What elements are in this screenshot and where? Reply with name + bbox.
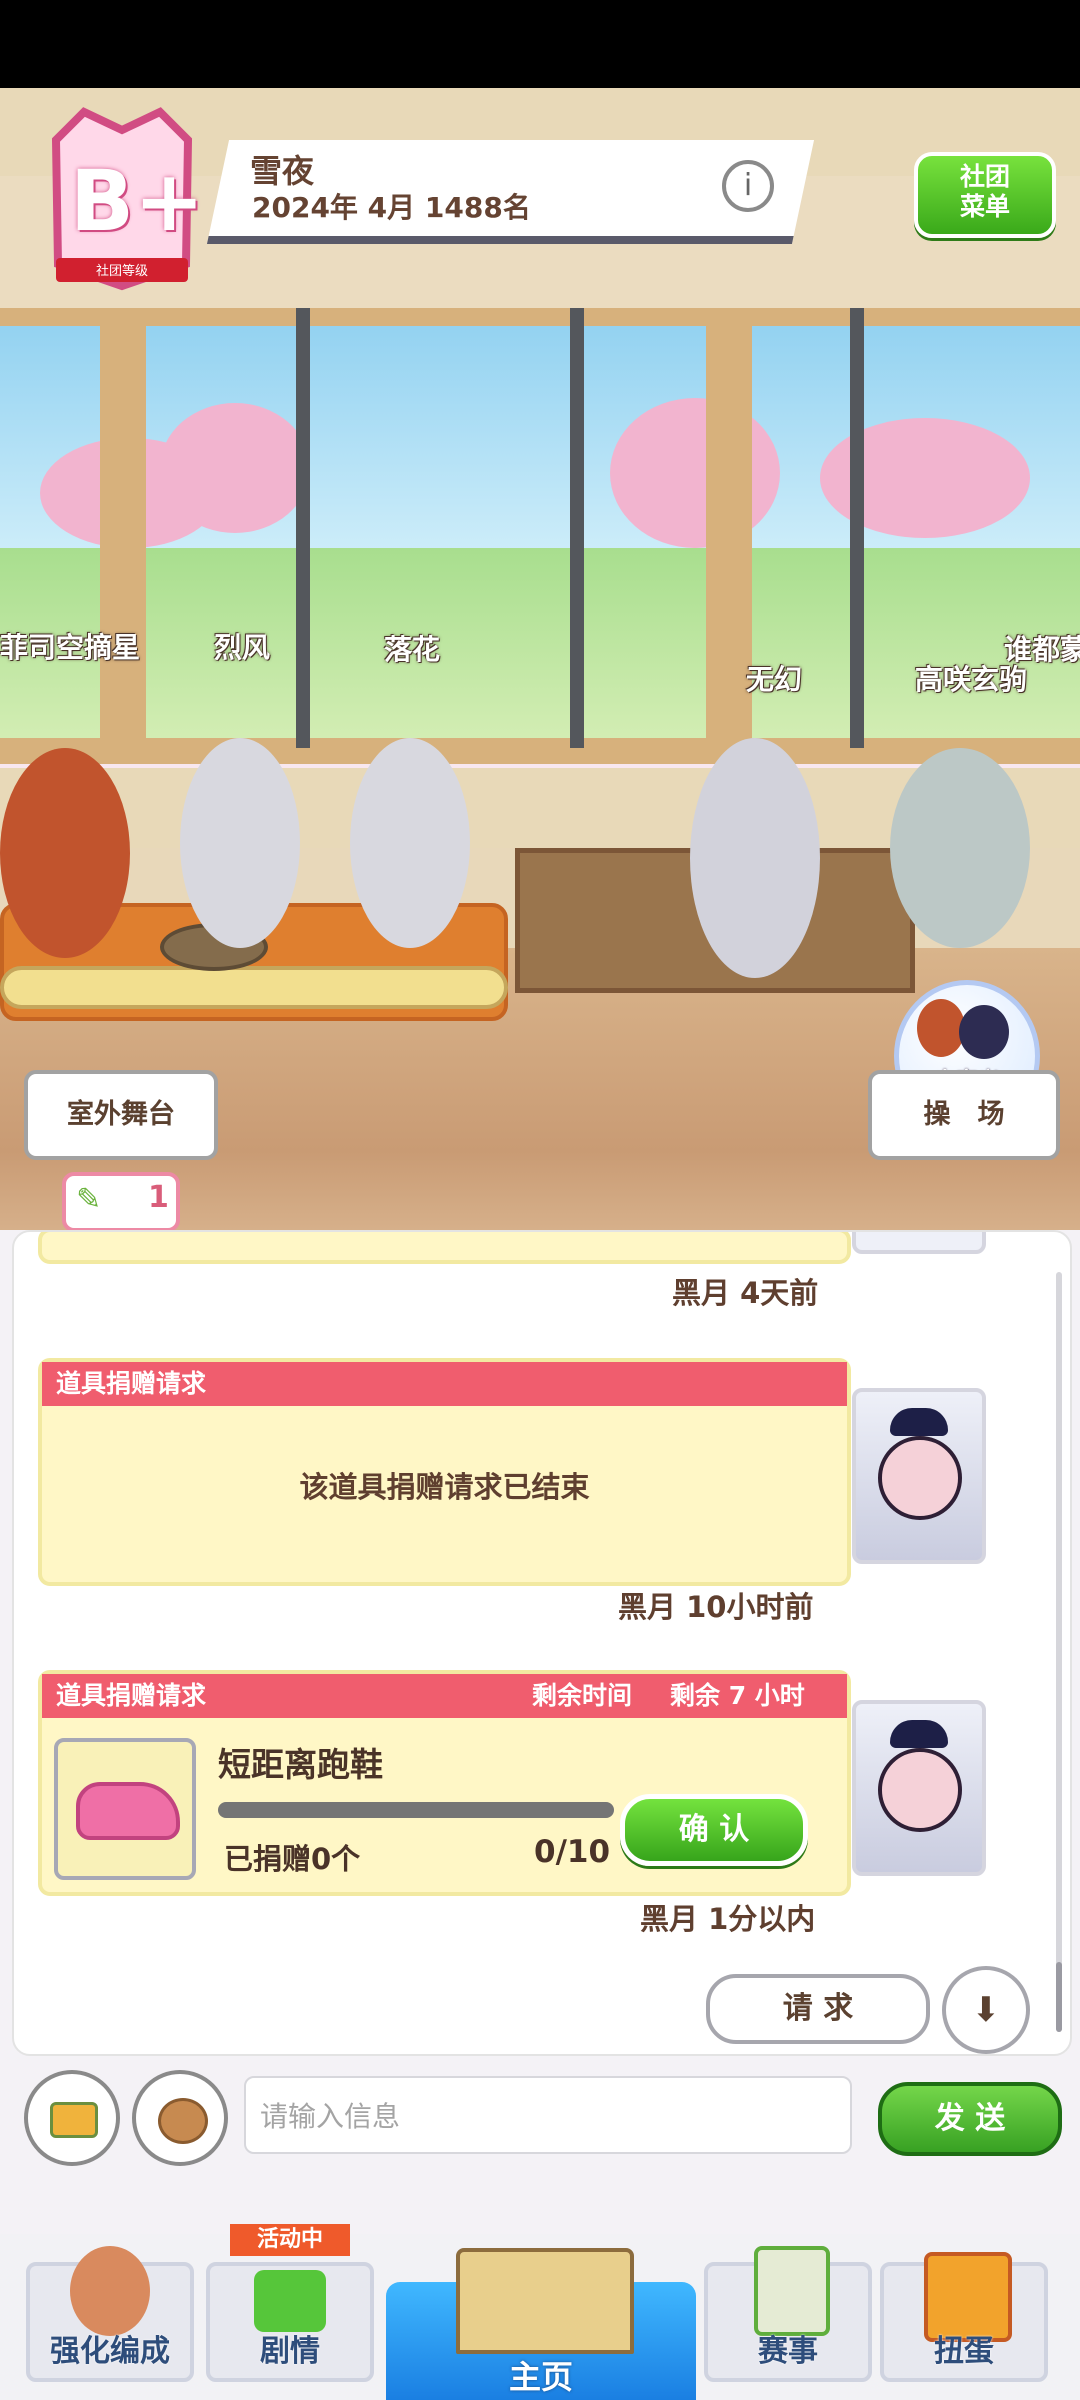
message-time: 黑月 1分以内 — [640, 1902, 816, 1936]
donation-request-card: 道具捐赠请求 该道具捐赠请求已结束 — [38, 1358, 851, 1586]
message-header: 道具捐赠请求 — [42, 1362, 847, 1406]
nav-label: 强化编成 — [50, 2334, 170, 2369]
school-building-icon — [456, 2248, 634, 2354]
message-time: 黑月 4天前 — [672, 1276, 819, 1310]
stamp-icon — [158, 2098, 208, 2144]
stamp-button[interactable] — [132, 2070, 228, 2166]
shoe-icon — [76, 1782, 180, 1840]
remaining-time: 剩余 7 小时 — [670, 1681, 805, 1710]
remaining-label: 剩余时间 — [532, 1681, 633, 1710]
avatar-previous — [852, 1232, 986, 1254]
blossom-tree — [610, 398, 780, 548]
nav-tab-story[interactable]: 活动中 剧情 — [206, 2224, 374, 2382]
window-sill — [0, 738, 1080, 764]
book-icon — [254, 2270, 326, 2332]
scroll-down-button[interactable]: ⬇ — [942, 1966, 1030, 2054]
member-avatar[interactable] — [852, 1700, 986, 1876]
arrow-down-icon: ⬇ — [971, 1990, 1001, 2030]
nav-tab-races[interactable]: 赛事 — [704, 2246, 872, 2382]
window-mullion — [570, 308, 584, 748]
window-frame — [100, 308, 146, 748]
window-beam — [0, 308, 1080, 326]
coffee-table — [0, 966, 508, 1009]
hat-icon — [890, 1408, 948, 1436]
nav-tab-home[interactable]: 主页 — [386, 2248, 696, 2400]
club-menu-line1: 社团 — [959, 162, 1010, 191]
character-name: 菲司空摘星 — [0, 631, 141, 664]
bottom-navigation: 强化编成 活动中 剧情 主页 赛事 扭蛋 — [0, 2224, 1080, 2400]
field-view — [0, 548, 1080, 758]
confirm-donation-button[interactable]: 确 认 — [620, 1794, 808, 1866]
character[interactable] — [690, 738, 820, 978]
message-type: 道具捐赠请求 — [56, 1681, 207, 1710]
message-header: 道具捐赠请求 剩余时间 剩余 7 小时 — [42, 1674, 847, 1718]
character-name: 谁都蒙 — [1004, 633, 1080, 666]
character-name: 烈风 — [214, 631, 271, 664]
character-icon — [917, 999, 965, 1057]
item-frame — [54, 1738, 196, 1880]
item-name: 短距离跑鞋 — [218, 1745, 383, 1784]
playground-button[interactable]: 操 场 — [868, 1070, 1060, 1160]
send-button[interactable]: 发 送 — [878, 2082, 1062, 2156]
nav-label: 赛事 — [758, 2334, 818, 2369]
blossom-tree — [160, 403, 310, 533]
character[interactable] — [180, 738, 300, 948]
nav-tab-gacha[interactable]: 扭蛋 — [880, 2252, 1048, 2382]
character[interactable] — [350, 738, 470, 948]
donation-notice[interactable]: ✎ 1 — [62, 1172, 180, 1230]
donation-progress-bar — [218, 1802, 614, 1818]
nav-label: 主页 — [508, 2358, 573, 2396]
status-bar — [0, 0, 1080, 88]
club-menu-line2: 菜单 — [959, 192, 1010, 221]
message-card-previous — [38, 1232, 851, 1264]
character-name: 无幻 — [746, 663, 803, 696]
nav-label: 剧情 — [260, 2334, 320, 2369]
gift-icon: ✎ — [76, 1182, 102, 1217]
avatar-face — [878, 1436, 962, 1520]
character[interactable] — [0, 748, 130, 958]
outdoor-stage-button[interactable]: 室外舞台 — [24, 1070, 218, 1160]
club-rank-caption: 社团等级 — [95, 264, 148, 279]
nav-label: 扭蛋 — [934, 2334, 994, 2369]
club-ranking: 2024年 4月 1488名 — [252, 191, 531, 224]
notice-count: 1 — [148, 1180, 169, 1215]
character-name: 落花 — [384, 633, 441, 666]
character-icon — [70, 2246, 150, 2336]
scrollbar-thumb[interactable] — [1056, 1962, 1062, 2032]
window-mullion — [850, 308, 864, 748]
scrollbar-track[interactable] — [1056, 1272, 1062, 2032]
progress-text: 0/10 — [534, 1834, 611, 1870]
item-request-button[interactable] — [24, 2070, 120, 2166]
message-body: 该道具捐赠请求已结束 — [299, 1470, 590, 1504]
nav-tab-enhance[interactable]: 强化编成 — [26, 2246, 194, 2382]
club-menu-button[interactable]: 社团 菜单 — [914, 152, 1056, 238]
member-avatar[interactable] — [852, 1388, 986, 1564]
hat-icon — [890, 1720, 948, 1748]
gift-icon — [50, 2102, 98, 2138]
avatar-face — [878, 1748, 962, 1832]
trophy-icon — [754, 2246, 830, 2336]
request-button[interactable]: 请 求 — [706, 1974, 930, 2044]
window-mullion — [296, 308, 310, 748]
event-badge: 活动中 — [230, 2224, 350, 2256]
character-icon — [959, 1005, 1009, 1059]
donated-count: 已捐赠0个 — [224, 1842, 361, 1876]
club-chat[interactable]: 黑月 4天前 道具捐赠请求 该道具捐赠请求已结束 黑月 10小时前 道具捐赠请求… — [12, 1230, 1072, 2056]
message-input[interactable]: 请输入信息 — [244, 2076, 852, 2154]
message-time: 黑月 10小时前 — [618, 1590, 814, 1624]
club-rank: B+ — [70, 152, 205, 250]
character[interactable] — [890, 748, 1030, 948]
info-icon: i — [743, 168, 753, 203]
info-button[interactable]: i — [722, 160, 774, 212]
club-rank-badge[interactable]: B+ 社团等级 — [36, 104, 208, 294]
